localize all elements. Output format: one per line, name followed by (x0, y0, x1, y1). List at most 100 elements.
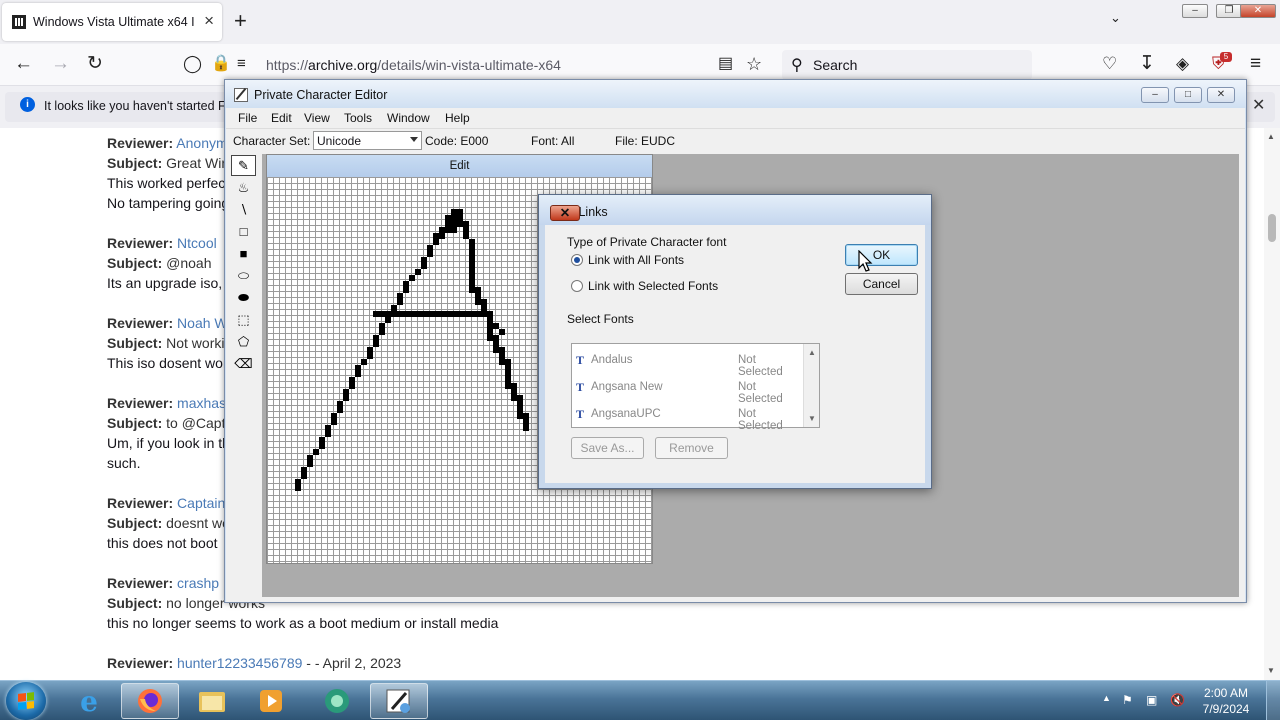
pce-title-bar[interactable]: Private Character Editor – □ ✕ (225, 80, 1246, 108)
charset-select[interactable]: Unicode (313, 131, 422, 150)
reviewer-name-link[interactable]: crashp (177, 575, 219, 591)
tracking-protection-shield-icon[interactable]: ◯ (183, 52, 202, 76)
glyph-pixel (337, 401, 343, 407)
listbox-scrollbar[interactable]: ▲ ▼ (803, 344, 819, 427)
edit-caption: Edit (267, 155, 652, 177)
glyph-pixel (469, 251, 475, 257)
downloads-icon[interactable]: ↧ (1139, 52, 1155, 76)
scroll-down-icon[interactable]: ▼ (808, 414, 816, 423)
pencil-icon[interactable]: ✎ (231, 155, 256, 176)
list-item[interactable]: T Angsana New Not Selected (576, 375, 802, 405)
extensions-icon[interactable]: ◈ (1176, 52, 1189, 76)
hollow-ellipse-icon[interactable]: ⬭ (231, 265, 256, 286)
reviewer-name-link[interactable]: Ntcool (177, 235, 217, 251)
glyph-pixel (337, 407, 343, 413)
clock-time: 2:00 AM (1203, 686, 1249, 700)
globe-logo (325, 689, 349, 713)
restore-window-icon[interactable]: ❐ (1216, 4, 1242, 18)
internet-explorer-icon[interactable]: e (60, 683, 118, 719)
page-scrollbar[interactable]: ▲ ▼ (1264, 128, 1280, 680)
reader-view-icon[interactable]: ▤ (718, 52, 733, 76)
system-clock[interactable]: 2:00 AM 7/9/2024 (1194, 685, 1258, 717)
eraser-icon[interactable]: ⌫ (231, 353, 256, 374)
file-explorer-icon[interactable] (183, 683, 241, 719)
back-icon[interactable]: ← (14, 52, 33, 76)
show-desktop-button[interactable] (1266, 681, 1280, 720)
brush-icon[interactable]: ♨ (231, 177, 256, 198)
glyph-pixel (451, 209, 457, 215)
menu-tools[interactable]: Tools (344, 111, 372, 125)
glyph-pixel (517, 395, 523, 401)
action-center-flag-icon[interactable]: ⚑ (1122, 693, 1133, 707)
pce-maximize-icon[interactable]: □ (1174, 87, 1202, 103)
filled-ellipse-icon[interactable]: ⬬ (231, 287, 256, 308)
scrollbar-thumb[interactable] (1268, 214, 1276, 242)
scroll-down-icon[interactable]: ▼ (1267, 666, 1275, 675)
dialog-title-bar[interactable]: Font Links ✕ (539, 195, 931, 225)
list-item[interactable]: T AngsanaUPC Not Selected (576, 402, 802, 432)
tab-close-icon[interactable]: × (204, 12, 214, 30)
glyph-pixel (397, 293, 403, 299)
ok-button[interactable]: OK (845, 244, 918, 266)
freeform-selection-icon[interactable]: ⬠ (231, 331, 256, 352)
network-icon[interactable]: ▣ (1146, 693, 1157, 707)
glyph-pixel (439, 233, 445, 239)
pce-close-icon[interactable]: ✕ (1207, 87, 1235, 103)
app-menu-icon[interactable]: ≡ (1250, 52, 1261, 76)
bookmark-star-icon[interactable]: ☆ (746, 52, 762, 76)
menu-file[interactable]: File (238, 111, 257, 125)
search-input[interactable]: ⚲ Search (782, 50, 1032, 80)
menu-help[interactable]: Help (445, 111, 470, 125)
review-date: - - April 2, 2023 (302, 655, 402, 671)
glyph-pixel (421, 257, 427, 263)
site-lock-icon[interactable]: 🔒 (211, 52, 231, 76)
reviewer-name-link[interactable]: hunter12233456789 (177, 655, 302, 671)
save-as-button[interactable]: Save As... (571, 437, 644, 459)
pce-minimize-icon[interactable]: – (1141, 87, 1169, 103)
close-window-icon[interactable]: ✕ (1240, 4, 1276, 18)
reviewer-label: Reviewer: (107, 395, 174, 411)
list-item[interactable]: T Andalus Not Selected (576, 348, 802, 378)
dialog-close-icon[interactable]: ✕ (550, 205, 580, 221)
menu-window[interactable]: Window (387, 111, 430, 125)
url-bar[interactable]: https://archive.org/details/win-vista-ul… (266, 57, 561, 73)
review-body-line: this does not boot (107, 535, 218, 551)
glyph-pixel (493, 323, 499, 329)
reload-icon[interactable]: ↻ (87, 52, 103, 76)
subject-label: Subject: (107, 155, 163, 171)
show-hidden-icons-icon[interactable]: ▲ (1102, 693, 1111, 703)
filled-rectangle-icon[interactable]: ■ (231, 243, 256, 264)
tab-active[interactable]: Windows Vista Ultimate x64 ISO × (2, 3, 222, 41)
info-icon: i (20, 97, 35, 112)
private-character-editor-icon[interactable] (370, 683, 428, 719)
tab-strip: Windows Vista Ultimate x64 ISO × + ⌄ – ❐… (0, 0, 1280, 44)
network-globe-icon[interactable] (308, 683, 366, 719)
radio-link-all-fonts[interactable]: Link with All Fonts (571, 253, 684, 267)
new-tab-icon[interactable]: + (234, 8, 247, 34)
volume-muted-icon[interactable]: 🔇 (1170, 693, 1185, 707)
start-button[interactable] (6, 682, 46, 720)
font-name: AngsanaUPC (591, 408, 661, 420)
rectangular-selection-icon[interactable]: ⬚ (231, 309, 256, 330)
fonts-listbox[interactable]: T Andalus Not Selected T Angsana New Not… (571, 343, 820, 432)
truetype-icon: T (576, 380, 585, 394)
menu-edit[interactable]: Edit (271, 111, 292, 125)
notification-close-icon[interactable]: ✕ (1252, 95, 1265, 115)
media-player-icon[interactable] (242, 683, 300, 719)
cancel-button[interactable]: Cancel (845, 273, 918, 295)
reviewer-label: Reviewer: (107, 575, 174, 591)
hollow-rectangle-icon[interactable]: □ (231, 221, 256, 242)
scroll-up-icon[interactable]: ▲ (1267, 132, 1275, 141)
pocket-icon[interactable]: ♡ (1102, 52, 1117, 76)
firefox-icon[interactable] (121, 683, 179, 719)
radio-link-selected-fonts[interactable]: Link with Selected Fonts (571, 279, 718, 293)
minimize-window-icon[interactable]: – (1182, 4, 1208, 18)
menu-view[interactable]: View (304, 111, 330, 125)
forward-icon[interactable]: → (51, 52, 70, 76)
remove-button[interactable]: Remove (655, 437, 728, 459)
scroll-up-icon[interactable]: ▲ (808, 348, 816, 357)
reviewer-name-link[interactable]: Captain (177, 495, 225, 511)
line-icon[interactable]: ∖ (231, 199, 256, 220)
permissions-icon[interactable]: ≡ (237, 52, 246, 76)
list-all-tabs-icon[interactable]: ⌄ (1110, 10, 1121, 26)
